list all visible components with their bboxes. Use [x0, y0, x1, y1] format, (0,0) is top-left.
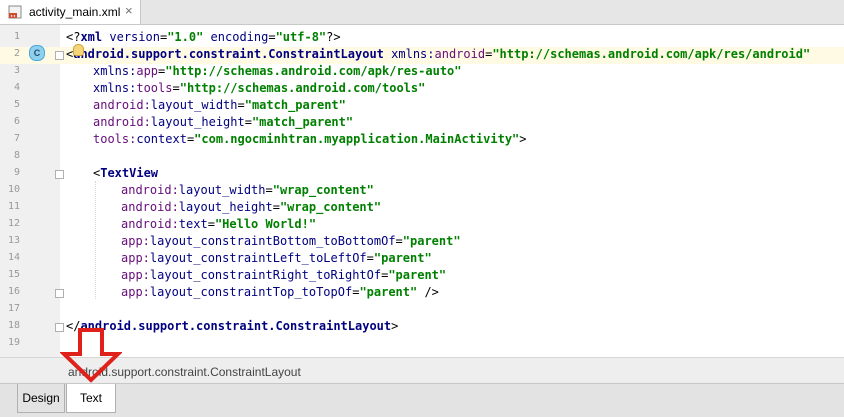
- line-number: 2: [13, 48, 20, 59]
- code-line-11: android:layout_height="wrap_content": [121, 200, 382, 214]
- line-number: 11: [7, 201, 20, 212]
- file-tab-label: activity_main.xml: [29, 5, 121, 19]
- code-line-16: app:layout_constraintTop_toTopOf="parent…: [121, 285, 439, 299]
- fold-marker-icon[interactable]: [55, 51, 64, 60]
- line-number: 8: [13, 150, 20, 161]
- code-line-6: android:layout_height="match_parent": [93, 115, 354, 129]
- line-number: 6: [13, 116, 20, 127]
- line-number: 4: [13, 82, 20, 93]
- code-line-5: android:layout_width="match_parent": [93, 98, 346, 112]
- code-line-9: <TextView: [93, 166, 159, 180]
- intention-bulb-icon[interactable]: [73, 44, 84, 56]
- line-number: 7: [13, 133, 20, 144]
- editor-tab-bar: activity_main.xml ×: [0, 0, 844, 25]
- code-line-14: app:layout_constraintLeft_toLeftOf="pare…: [121, 251, 432, 265]
- code-line-3: xmlns:app="http://schemas.android.com/ap…: [93, 64, 462, 78]
- editor-mode-tabs: Design Text: [0, 383, 844, 417]
- code-line-7: tools:context="com.ngocminhtran.myapplic…: [93, 132, 527, 146]
- close-tab-icon[interactable]: ×: [125, 3, 133, 18]
- fold-marker-icon[interactable]: [55, 170, 64, 179]
- line-number: 10: [7, 184, 20, 195]
- breadcrumb-bar: android.support.constraint.ConstraintLay…: [0, 357, 844, 384]
- line-number: 16: [7, 286, 20, 297]
- xml-file-icon: [8, 5, 22, 19]
- line-number: 3: [13, 65, 20, 76]
- line-number: 17: [7, 303, 20, 314]
- code-line-10: android:layout_width="wrap_content": [121, 183, 374, 197]
- indent-guide: [95, 181, 96, 299]
- tab-design[interactable]: Design: [17, 384, 65, 413]
- line-number: 14: [7, 252, 20, 263]
- code-line-4: xmlns:tools="http://schemas.android.com/…: [93, 81, 426, 95]
- tab-text[interactable]: Text: [66, 384, 116, 413]
- line-number: 18: [7, 320, 20, 331]
- line-number: 19: [7, 337, 20, 348]
- code-line-13: app:layout_constraintBottom_toBottomOf="…: [121, 234, 461, 248]
- line-number: 9: [13, 167, 20, 178]
- code-line-12: android:text="Hello World!": [121, 217, 317, 231]
- file-tab-activity-main[interactable]: activity_main.xml ×: [0, 0, 141, 24]
- class-gutter-icon[interactable]: C: [29, 45, 45, 61]
- line-number: 1: [13, 31, 20, 42]
- code-line-1: <?xml version="1.0" encoding="utf-8"?>: [66, 30, 341, 44]
- line-number: 12: [7, 218, 20, 229]
- line-number: 13: [7, 235, 20, 246]
- red-down-arrow-icon: [60, 328, 122, 383]
- line-number: 15: [7, 269, 20, 280]
- code-line-2: <android.support.constraint.ConstraintLa…: [66, 47, 811, 61]
- line-number: 5: [13, 99, 20, 110]
- code-line-15: app:layout_constraintRight_toRightOf="pa…: [121, 268, 447, 282]
- fold-marker-icon[interactable]: [55, 289, 64, 298]
